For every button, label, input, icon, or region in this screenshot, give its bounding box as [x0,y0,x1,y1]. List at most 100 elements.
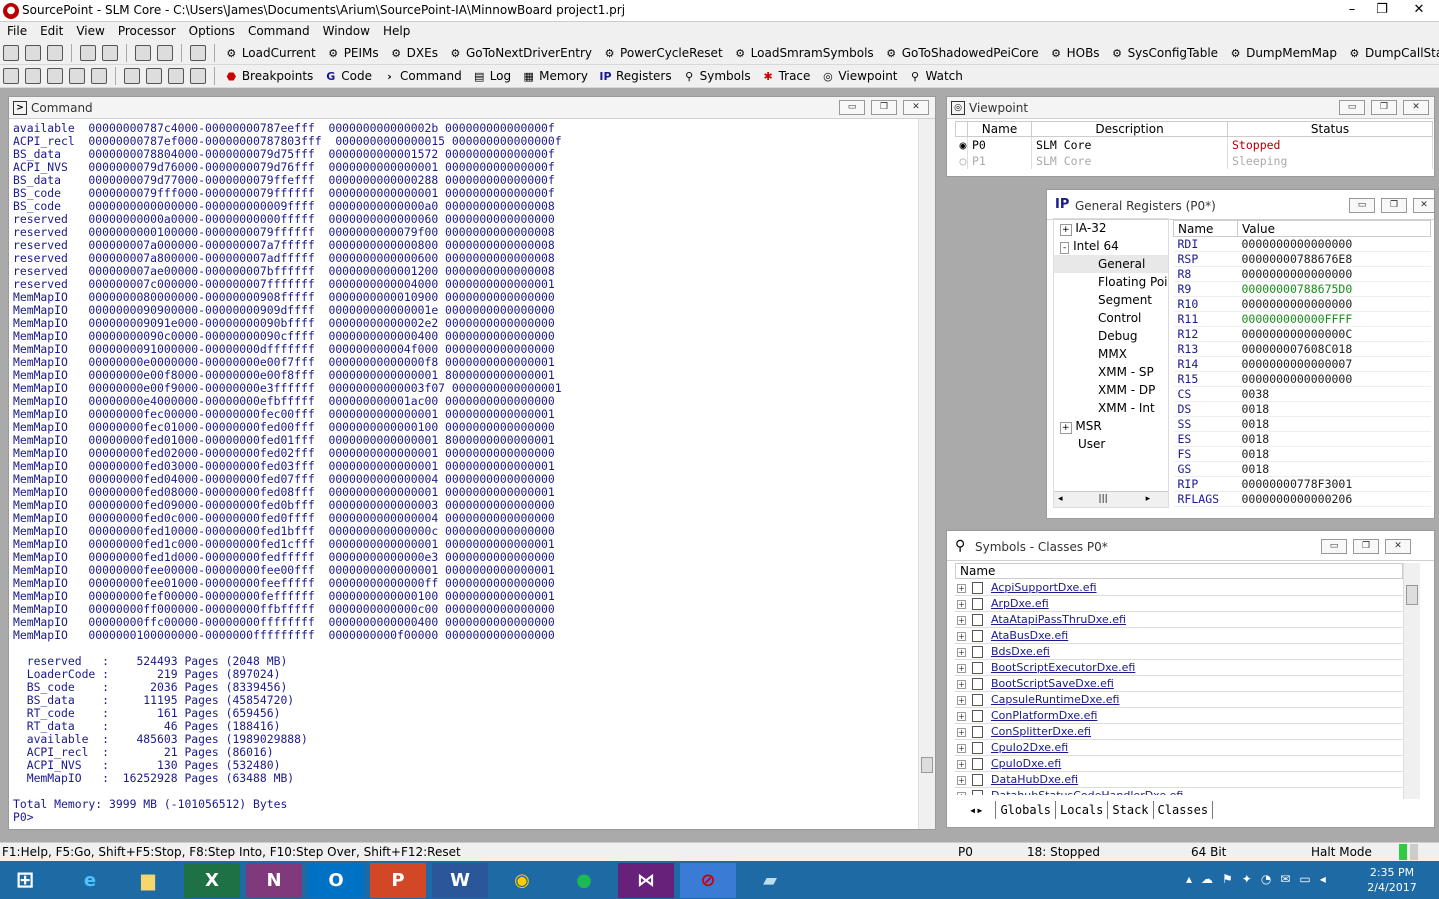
register-value[interactable]: 0000000000000000 [1237,266,1431,282]
tb-loadsmramsymbols[interactable]: ⚙ LoadSmramSymbols [733,42,873,64]
minimize-button[interactable]: – [1337,0,1367,20]
tree-node-user[interactable]: User [1054,435,1168,453]
expand-icon[interactable]: + [957,648,966,657]
expand-icon[interactable]: + [957,600,966,609]
tree-node-ia32[interactable]: + IA-32 [1054,219,1168,237]
print-icon[interactable] [190,45,206,61]
expand-icon[interactable]: + [957,632,966,641]
tab-nav-arrows[interactable]: ◂▸ [955,801,995,819]
menu-help[interactable]: Help [376,22,416,38]
register-row[interactable]: R14 0000000000000007 [1173,356,1431,372]
symbol-item[interactable]: + DatahubStatusCodeHandlerDxe.efi [955,788,1403,795]
tree-node-xmm-int[interactable]: XMM - Int [1054,399,1168,417]
symbols-close-button[interactable]: ✕ [1385,539,1411,554]
collapse-icon[interactable]: - [1060,242,1070,254]
command-scrollbar[interactable] [918,119,935,829]
spotify-icon[interactable]: ● [556,863,612,898]
tb-sysconfigtable[interactable]: ⚙ SysConfigTable [1110,42,1218,64]
tree-node-control[interactable]: Control [1054,309,1168,327]
step-icon[interactable] [25,68,41,84]
expand-icon[interactable]: + [957,792,966,795]
registers-minimize-button[interactable]: ▭ [1349,198,1375,213]
register-value[interactable]: 0018 [1237,401,1431,417]
symbol-item[interactable]: + AcpiSupportDxe.efi [955,580,1403,596]
symbol-item[interactable]: + ConSplitterDxe.efi [955,724,1403,740]
ie-icon[interactable]: e [62,863,118,898]
close-button[interactable]: ✕ [1400,0,1438,20]
symbol-item[interactable]: + ConPlatformDxe.efi [955,708,1403,724]
register-row[interactable]: R10 0000000000000000 [1173,296,1431,312]
register-row[interactable]: FS 0018 [1173,446,1431,462]
clock[interactable]: 2:35 PM 2/4/2017 [1352,865,1432,895]
new-window-icon[interactable] [80,45,96,61]
tree-hscrollbar[interactable]: ◂ ||| ▸ [1054,491,1168,507]
tb-powercyclereset[interactable]: ⚙ PowerCycleReset [602,42,723,64]
register-value[interactable]: 0000000000000000 [1237,236,1431,252]
registers-close-button[interactable]: ✕ [1413,198,1435,213]
tb-command[interactable]: › Command [382,65,461,87]
expand-icon[interactable]: + [957,728,966,737]
register-row[interactable]: R13 000000007608C018 [1173,341,1431,357]
register-row[interactable]: R11 000000000000FFFF [1173,311,1431,327]
register-row[interactable]: R9 00000000788675D0 [1173,281,1431,297]
target-icon[interactable] [190,68,206,84]
tb-hobs[interactable]: ⚙ HOBs [1049,42,1099,64]
register-value[interactable]: 0018 [1237,446,1431,462]
symbol-item[interactable]: + DataHubDxe.efi [955,772,1403,788]
radio-selected-icon[interactable]: ◉ [955,136,968,153]
symbol-item[interactable]: + ArpDxe.efi [955,596,1403,612]
symbol-item[interactable]: + BootScriptSaveDxe.efi [955,676,1403,692]
command-close-button[interactable]: ✕ [903,100,929,115]
tb-trace[interactable]: ✱ Trace [761,65,810,87]
symbol-item[interactable]: + CpuIoDxe.efi [955,756,1403,772]
tb-symbols[interactable]: ⚲ Symbols [682,65,750,87]
load-icon[interactable] [135,45,151,61]
menu-file[interactable]: File [0,22,33,38]
menu-view[interactable]: View [69,22,110,38]
viewpoint-minimize-button[interactable]: ▭ [1339,100,1365,115]
tb-viewpoint[interactable]: ◎ Viewpoint [820,65,897,87]
tb-memory[interactable]: ▦ Memory [521,65,588,87]
tree-node-floating[interactable]: Floating Poir [1054,273,1168,291]
expand-icon[interactable]: + [1060,422,1072,434]
register-value[interactable]: 0018 [1237,431,1431,447]
register-row[interactable]: RDI 0000000000000000 [1173,236,1431,252]
viewpoint-row[interactable]: ○ P1 SLM Core Sleeping [955,152,1433,169]
tb-dumpmemmap[interactable]: ⚙ DumpMemMap [1228,42,1337,64]
command-restore-button[interactable]: ❐ [871,100,897,115]
tb-log[interactable]: ▤ Log [472,65,511,87]
register-value[interactable]: 0000000000000007 [1237,356,1431,372]
powerpoint-icon[interactable]: P [370,863,426,898]
command-minimize-button[interactable]: ▭ [839,100,865,115]
step-out-icon[interactable] [91,68,107,84]
viewpoint-col-name[interactable]: Name [967,121,1032,137]
tb-breakpoints[interactable]: ⬣ Breakpoints [224,65,314,87]
tree-node-segment[interactable]: Segment [1054,291,1168,309]
register-value[interactable]: 0000000000000206 [1237,491,1431,507]
register-row[interactable]: SS 0018 [1173,416,1431,432]
expand-icon[interactable]: + [957,664,966,673]
tab-stack[interactable]: Stack [1107,801,1152,819]
system-tray-icons[interactable]: ▴☁⚑✦◔✉▭◂ [1186,872,1335,886]
tb-dxes[interactable]: ⚙ DXEs [389,42,438,64]
tab-classes[interactable]: Classes [1152,801,1214,819]
tb-code[interactable]: G Code [323,65,372,87]
register-row[interactable]: DS 0018 [1173,401,1431,417]
tab-globals[interactable]: Globals [995,801,1055,819]
menu-options[interactable]: Options [182,22,241,38]
command-scroll-thumb[interactable] [921,757,933,773]
sourcepoint-taskbar-icon[interactable]: ⊘ [680,863,736,898]
outlook-icon[interactable]: O [308,863,364,898]
symbols-scroll-thumb[interactable] [1406,585,1418,605]
notepad-icon[interactable]: ▰ [742,863,798,898]
menu-command[interactable]: Command [241,22,316,38]
symbol-item[interactable]: + CapsuleRuntimeDxe.efi [955,692,1403,708]
expand-icon[interactable]: + [957,712,966,721]
symbols-scrollbar[interactable] [1403,563,1420,799]
tree-node-xmm-sp[interactable]: XMM - SP [1054,363,1168,381]
expand-icon[interactable]: + [957,584,966,593]
symbol-item[interactable]: + CpuIo2Dxe.efi [955,740,1403,756]
symbols-restore-button[interactable]: ❐ [1353,539,1379,554]
word-icon[interactable]: W [432,863,488,898]
menu-processor[interactable]: Processor [111,22,182,38]
